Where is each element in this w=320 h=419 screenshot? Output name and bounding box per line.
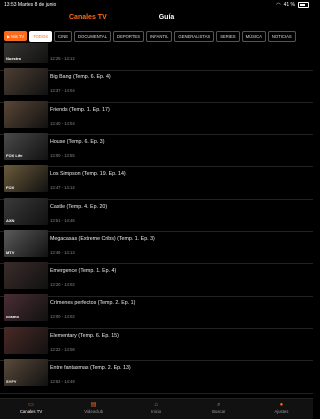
user-icon: ● (279, 402, 284, 408)
tab-label: Buscar (212, 409, 226, 414)
page-title: Guía (158, 14, 175, 21)
program-time: 13:47 - 14:14 (50, 185, 75, 191)
status-time-date: 13:53 Martes 8 de junio (4, 2, 56, 8)
program-thumbnail: SYFY (4, 359, 48, 386)
status-bar: 13:53 Martes 8 de junio ◠ 41 % (0, 0, 313, 10)
program-thumbnail (4, 326, 48, 354)
tv-icon: ▭ (28, 402, 34, 408)
tab-canales-tv[interactable]: ▭ Canales TV (0, 401, 62, 414)
tab-label: Canales TV (19, 409, 43, 414)
program-time: 13:00 - 14:02 (50, 314, 75, 320)
status-time: 13:53 (4, 2, 17, 8)
battery-percent: 41 % (283, 2, 295, 8)
program-thumbnail: MTV (4, 229, 48, 257)
program-time: 13:52 - 14:49 (50, 379, 75, 384)
filter-chip[interactable]: MÚSICA (241, 30, 266, 42)
channel-logo: Nuestra (6, 56, 21, 61)
filter-chip[interactable]: TODOS (29, 30, 53, 42)
my-tv-button[interactable]: ▶ Mis TV (4, 31, 28, 41)
program-thumbnail: Nuestra (4, 43, 48, 63)
channel-logo: FOX (6, 185, 15, 191)
filter-chip[interactable]: DEPORTES (113, 30, 145, 42)
program-row[interactable]: SYFY Entre fantasmas (Temp. 2. Ep. 13) 13:… (0, 356, 313, 393)
tab-bar: ▭ Canales TV ▤ Videoclub ⌂ Inicio ⌕ Buscar ● Ajus… (0, 398, 313, 419)
search-icon: ⌕ (217, 402, 221, 408)
program-thumbnail (4, 100, 48, 128)
program-title: House (Temp. 6. Ep. 3) (50, 138, 105, 145)
program-thumbnail (4, 262, 48, 290)
channel-logo: AXN (6, 217, 15, 223)
program-title: Emergence (Temp. 1. Ep. 4) (50, 268, 117, 275)
program-thumbnail: FOX (4, 165, 48, 193)
program-time: 13:37 - 14:04 (50, 88, 75, 94)
filter-chip[interactable]: SERIES (216, 30, 240, 42)
status-right: ◠ 41 % (276, 2, 309, 8)
filter-chip[interactable]: NOTICIAS (267, 30, 296, 42)
status-date: Martes 8 de junio (17, 2, 57, 8)
film-icon: ▤ (90, 402, 97, 408)
program-time: 13:00 - 13:55 (50, 152, 75, 158)
tab-ajustes[interactable]: ● Ajustes (250, 401, 312, 414)
channel-logo: SYFY (6, 379, 17, 384)
program-thumbnail: AXN (4, 197, 48, 225)
tab-label: Ajustes (274, 409, 289, 414)
my-tv-label: Mis TV (11, 33, 25, 39)
program-thumbnail: cosmo (4, 294, 48, 322)
program-time: 13:46 - 14:13 (50, 249, 75, 255)
play-icon: ▶ (7, 33, 11, 39)
program-title: Friends (Temp. 1. Ep. 17) (50, 106, 110, 113)
category-filters: ▶ Mis TV TODOS CINE DOCUMENTAL DEPORTES INFA… (4, 30, 309, 42)
tab-label: Inicio (151, 409, 162, 414)
tab-videoclub[interactable]: ▤ Videoclub (63, 401, 125, 414)
channel-logo: MTV (6, 249, 15, 255)
channel-logo: cosmo (6, 314, 19, 320)
filter-chip[interactable]: INFANTIL (146, 30, 173, 42)
program-time: 13:40 - 14:04 (50, 120, 75, 126)
home-icon: ⌂ (154, 402, 158, 408)
header: Canales TV Guía (0, 10, 313, 26)
program-title: Los Simpson (Temp. 19. Ep. 14) (50, 171, 126, 178)
tab-label: Videoclub (84, 409, 103, 414)
tab-inicio[interactable]: ⌂ Inicio (125, 401, 187, 414)
program-time: 13:22 - 14:08 (50, 346, 75, 352)
program-list[interactable]: Nuestra 12:25 - 14:12 Big Bang (Temp. 6. E… (0, 43, 313, 398)
channel-logo: FOX Life (6, 152, 23, 158)
program-title: Megacasas (Extreme Cribs) (Temp. 1. Ep. … (50, 235, 155, 242)
battery-icon (298, 2, 309, 8)
filter-chip[interactable]: CINE (54, 30, 73, 42)
filter-chip[interactable]: DOCUMENTAL (74, 30, 112, 42)
program-title: Entre fantasmas (Temp. 2. Ep. 13) (50, 365, 131, 371)
program-title: Elementary (Temp. 6. Ep. 15) (50, 332, 119, 339)
program-time: 13:20 - 14:02 (50, 282, 75, 288)
filter-chips: TODOS CINE DOCUMENTAL DEPORTES INFANTIL GENER… (29, 30, 296, 42)
program-title: Big Bang (Temp. 6. Ep. 4) (50, 74, 111, 81)
program-title: Castle (Temp. 4. Ep. 20) (50, 203, 108, 210)
program-title: Crímenes perfectos (Temp. 2. Ep. 1) (50, 300, 136, 307)
row-divider (0, 392, 313, 393)
program-time: 13:51 - 14:46 (50, 217, 75, 223)
filter-chip[interactable]: GENERALISTAS (174, 30, 215, 42)
wifi-icon: ◠ (276, 2, 281, 8)
program-thumbnail (4, 68, 48, 96)
tab-buscar[interactable]: ⌕ Buscar (188, 401, 250, 414)
program-thumbnail: FOX Life (4, 132, 48, 160)
program-time: 12:25 - 14:12 (50, 56, 75, 61)
